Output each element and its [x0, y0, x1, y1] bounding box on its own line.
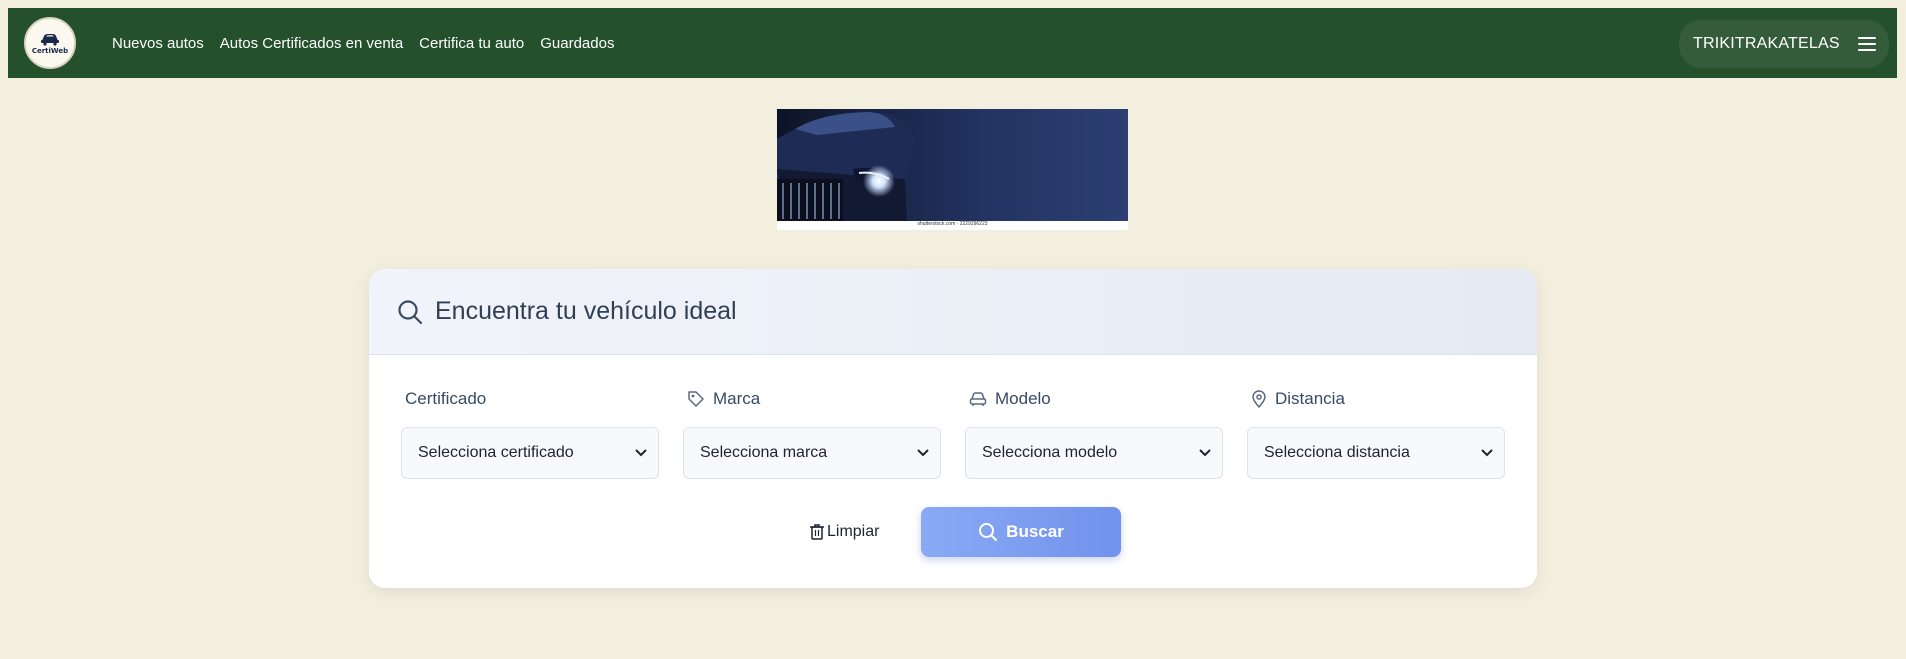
select-value: Selecciona certificado — [418, 444, 574, 461]
search-icon — [979, 523, 998, 541]
logo-text: CertiWeb — [31, 46, 69, 55]
filter-label-text: Modelo — [995, 389, 1051, 408]
banner-car-image — [777, 109, 1128, 221]
search-button[interactable]: Buscar — [921, 507, 1121, 557]
user-name: TRIKITRAKATELAS — [1693, 35, 1840, 52]
hamburger-icon — [1857, 37, 1876, 51]
vehicle-search-card: Encuentra tu vehículo ideal Certificado … — [369, 269, 1537, 588]
promo-banner[interactable]: shutterstock.com · 2229296223 — [777, 109, 1128, 230]
nav-link-guardados[interactable]: Guardados — [540, 35, 614, 52]
certiweb-logo[interactable]: CertiWeb — [24, 17, 76, 69]
chevron-down-icon — [1481, 449, 1493, 457]
search-icon — [398, 299, 423, 324]
filter-label-marca: Marca — [687, 389, 941, 409]
search-actions: Limpiar Buscar — [369, 507, 1537, 557]
select-value: Selecciona modelo — [982, 444, 1118, 461]
filter-label-text: Marca — [713, 389, 761, 408]
filter-modelo: Modelo Selecciona modelo — [965, 389, 1223, 479]
nav-link-certifica-tu-auto[interactable]: Certifica tu auto — [419, 35, 524, 52]
filter-certificado: Certificado Selecciona certificado — [401, 389, 659, 479]
filter-label-distancia: Distancia — [1251, 389, 1505, 409]
select-marca[interactable]: Selecciona marca — [683, 427, 941, 479]
chevron-down-icon — [917, 449, 929, 457]
tag-icon — [688, 391, 704, 407]
nav-link-autos-certificados[interactable]: Autos Certificados en venta — [220, 35, 403, 52]
clear-button[interactable]: Limpiar — [809, 517, 879, 547]
clear-label: Limpiar — [827, 523, 880, 540]
filter-label-certificado: Certificado — [405, 389, 659, 409]
banner-caption: shutterstock.com · 2229296223 — [917, 221, 988, 227]
filter-marca: Marca Selecciona marca — [683, 389, 941, 479]
search-card-header: Encuentra tu vehículo ideal — [369, 269, 1537, 355]
filter-distancia: Distancia Selecciona distancia — [1247, 389, 1505, 479]
car-icon — [969, 392, 987, 406]
chevron-down-icon — [635, 449, 647, 457]
select-certificado[interactable]: Selecciona certificado — [401, 427, 659, 479]
logo-car-icon — [41, 33, 59, 46]
select-distancia[interactable]: Selecciona distancia — [1247, 427, 1505, 479]
chevron-down-icon — [1199, 449, 1211, 457]
trash-icon — [810, 524, 824, 540]
select-modelo[interactable]: Selecciona modelo — [965, 427, 1223, 479]
filter-label-text: Certificado — [405, 389, 487, 408]
search-title: Encuentra tu vehículo ideal — [435, 297, 737, 325]
filter-label-text: Distancia — [1275, 389, 1345, 408]
filters-row: Certificado Selecciona certificado Marca… — [401, 389, 1505, 479]
select-value: Selecciona marca — [700, 444, 828, 461]
select-value: Selecciona distancia — [1264, 444, 1410, 461]
filter-label-modelo: Modelo — [969, 389, 1223, 409]
location-pin-icon — [1252, 390, 1266, 408]
nav-links: Nuevos autos Autos Certificados en venta… — [112, 8, 614, 78]
search-label: Buscar — [1006, 522, 1064, 541]
user-menu-button[interactable]: TRIKITRAKATELAS — [1679, 20, 1889, 68]
top-navbar: CertiWeb Nuevos autos Autos Certificados… — [8, 8, 1897, 78]
nav-link-nuevos-autos[interactable]: Nuevos autos — [112, 35, 204, 52]
